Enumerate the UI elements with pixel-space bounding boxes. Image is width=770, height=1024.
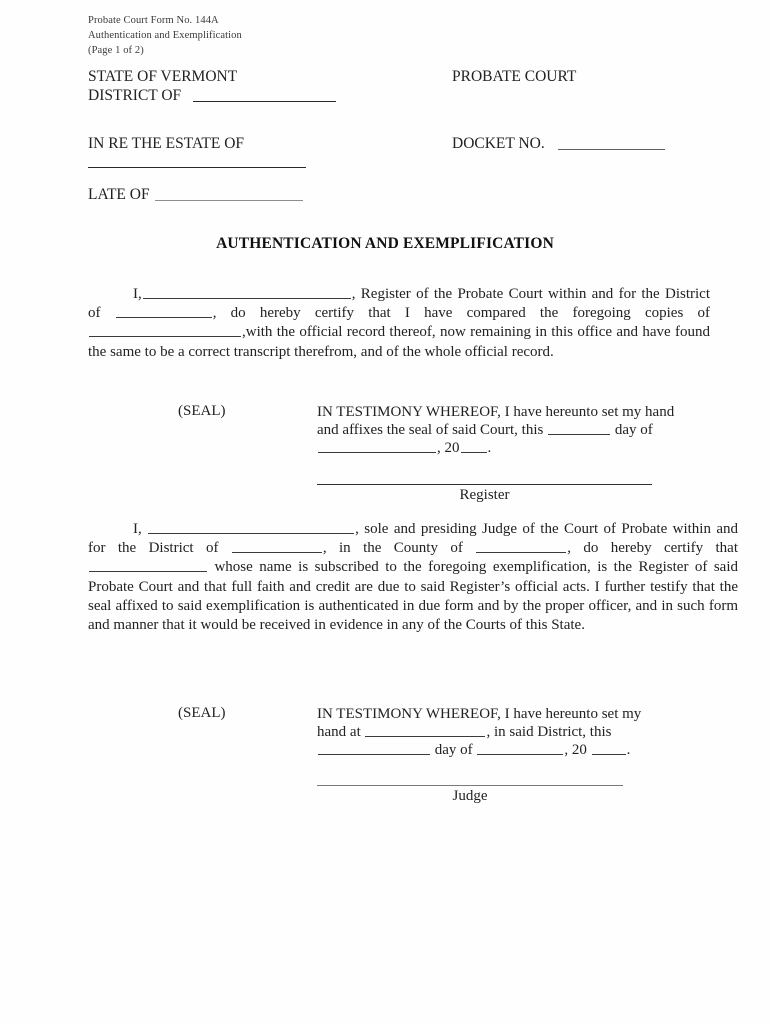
judge-para-seg4: , do hereby certify that (567, 540, 738, 557)
judge-month-blank[interactable] (477, 741, 564, 756)
page-title: AUTHENTICATION AND EXEMPLIFICATION (216, 235, 554, 252)
page-number-line: (Page 1 of 2) (88, 45, 144, 56)
late-of-label: LATE OF (88, 186, 150, 203)
register-testimony-text: IN TESTIMONY WHEREOF, I have hereunto se… (317, 403, 674, 458)
document-page: Probate Court Form No. 144A Authenticati… (0, 0, 770, 1024)
judge-certification-paragraph: I, , sole and presiding Judge of the Cou… (88, 520, 738, 635)
register-testimony-line2: and affixes the seal of said Court, this… (317, 421, 674, 439)
register-year-blank[interactable] (460, 439, 487, 454)
judge-seal-label: (SEAL) (178, 705, 226, 721)
judge-testimony-text: IN TESTIMONY WHEREOF, I have hereunto se… (317, 705, 641, 760)
judge-signature-line[interactable] (317, 785, 623, 786)
judge-location-blank[interactable] (365, 723, 486, 738)
estate-name-blank[interactable] (88, 167, 306, 168)
late-of-blank[interactable] (155, 200, 303, 201)
register-name-blank[interactable] (142, 285, 351, 299)
probate-court-label: PROBATE COURT (452, 68, 577, 85)
judge-year-blank[interactable] (591, 741, 626, 756)
in-re-estate-label: IN RE THE ESTATE OF (88, 135, 245, 152)
judge-para-seg3: , in the County of (322, 540, 463, 557)
judge-name-blank[interactable] (148, 520, 355, 534)
judge-county-blank[interactable] (476, 539, 567, 554)
judge-testimony-line1: IN TESTIMONY WHEREOF, I have hereunto se… (317, 706, 642, 722)
docket-no-label: DOCKET NO. (452, 135, 545, 152)
register-testimony-line3-b: . (487, 440, 492, 457)
register-para-seg3: , do hereby certify that I have compared… (212, 305, 710, 322)
state-label: STATE OF VERMONT (88, 68, 238, 85)
judge-testimony-line3: day of , 20 . (317, 741, 641, 759)
judge-district-blank[interactable] (231, 539, 322, 554)
register-testimony-line1: IN TESTIMONY WHEREOF, I have hereunto se… (317, 404, 675, 420)
form-title-line: Authentication and Exemplification (88, 30, 242, 41)
judge-signature-caption: Judge (452, 788, 488, 804)
judge-day-blank[interactable] (318, 741, 430, 756)
judge-testimony-line3-a: day of (434, 742, 473, 759)
register-testimony-line3: , 20. (317, 439, 674, 457)
judge-testimony-line2-a: hand at (317, 724, 361, 741)
register-testimony-line2-a: and affixes the seal of said Court, this (317, 422, 544, 439)
judge-testimony-line2-b: , in said District, this (486, 724, 612, 741)
register-testimony-line3-a: , 20 (437, 440, 460, 457)
docket-no-blank[interactable] (558, 149, 665, 150)
judge-testimony-line3-b: , 20 (564, 742, 587, 759)
register-testimony-line2-b: day of (614, 422, 653, 439)
register-signature-line[interactable] (317, 484, 652, 485)
judge-para-seg1: I, (133, 521, 142, 537)
form-number-line: Probate Court Form No. 144A (88, 15, 219, 26)
register-certification-paragraph: I,, Register of the Probate Court within… (88, 285, 710, 362)
judge-testimony-line2: hand at , in said District, this (317, 723, 641, 741)
district-label: DISTRICT OF (88, 87, 182, 104)
register-seal-label: (SEAL) (178, 403, 226, 419)
judge-testimony-line3-c: . (626, 742, 631, 759)
register-para-seg1: I, (133, 286, 142, 302)
district-of-blank[interactable] (193, 101, 336, 102)
register-day-blank[interactable] (548, 421, 611, 436)
register-district-blank[interactable] (115, 304, 212, 319)
register-month-blank[interactable] (318, 439, 436, 454)
subject-name-blank[interactable] (89, 558, 207, 573)
register-signature-caption: Register (459, 487, 510, 503)
copies-of-blank[interactable] (89, 323, 241, 338)
